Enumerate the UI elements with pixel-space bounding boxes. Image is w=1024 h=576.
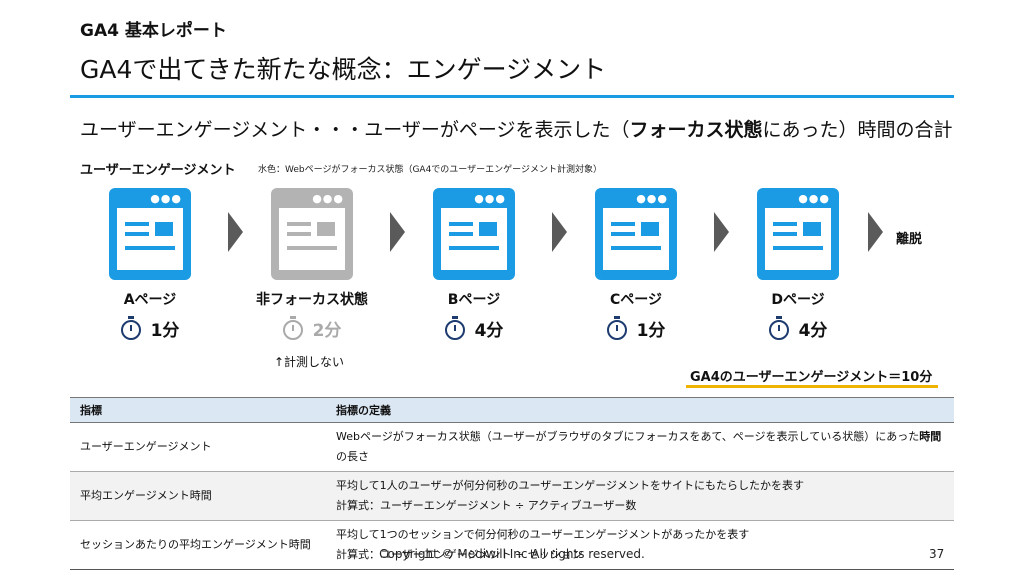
window-dots-icon: ●●● [312,192,344,205]
window-dots-icon: ●●● [474,192,506,205]
flow-arrow-icon [552,212,567,252]
table-header-row: 指標 指標の定義 [70,397,954,423]
page-time: 4分 [404,316,544,341]
time-value: 4分 [474,321,504,341]
page-label: Dページ [771,292,825,308]
metric-name: ユーザーエンゲージメント [70,422,326,472]
metric-definition: Webページがフォーカス状態（ユーザーがブラウザのタブにフォーカスをあて、ページ… [326,422,954,472]
column-header-metric: 指標 [70,397,326,423]
definition-bold: 時間 [919,430,942,443]
stopwatch-icon [282,316,303,340]
window-dots-icon: ●●● [636,192,668,205]
copyright-footer: Copyright © Mediwill Inc All rights rese… [379,547,645,561]
definition-text: Webページがフォーカス状態（ユーザーがブラウザのタブにフォーカスをあて、ページ… [336,430,920,443]
metric-definition: 平均して1つのセッションで何分何秒のユーザーエンゲージメントがあったかを表す 計算… [326,520,954,570]
browser-page-icon-a: ●●● [109,188,191,280]
column-header-definition: 指標の定義 [326,397,954,423]
flow-arrow-icon [714,212,729,252]
stopwatch-icon [120,316,141,340]
window-dots-icon: ●●● [150,192,182,205]
subtitle-bold: フォーカス状態 [629,119,763,141]
slide-kicker: GA4 基本レポート [80,21,227,41]
page-time: 1分 [566,316,706,341]
table-row: セッションあたりの平均エンゲージメント時間 平均して1つのセッションで何分何秒の… [70,520,954,570]
metric-definition: 平均して1人のユーザーが何分何秒のユーザーエンゲージメントをサイトにもたらしたか… [326,471,954,521]
subtitle-pre: ユーザーエンゲージメント・・・ユーザーがページを表示した（ [80,119,630,141]
exit-label: 離脱 [896,232,923,247]
stopwatch-icon [444,316,465,340]
page-label: Cページ [610,292,662,308]
page-label: 非フォーカス状態 [256,292,368,308]
slide-subtitle: ユーザーエンゲージメント・・・ユーザーがページを表示した（フォーカス状態にあった… [80,115,953,142]
flow-arrow-icon [228,212,243,252]
subtitle-post: にあった）時間の合計 [762,119,953,141]
definition-text: 平均して1人のユーザーが何分何秒のユーザーエンゲージメントをサイトにもたらしたか… [336,479,805,492]
browser-page-icon-unfocused: ●●● [271,188,353,280]
section-label: ユーザーエンゲージメント [80,163,236,178]
formula-text: 計算式：ユーザーエンゲージメント ÷ アクティブユーザー数 [336,499,637,512]
page-label: Bページ [447,292,501,308]
table-row: 平均エンゲージメント時間 平均して1人のユーザーが何分何秒のユーザーエンゲージメ… [70,471,954,521]
definition-text: の長さ [336,450,369,463]
window-dots-icon: ●●● [798,192,830,205]
slide-title: GA4で出てきた新たな概念：エンゲージメント [80,55,607,84]
browser-page-icon-c: ●●● [595,188,677,280]
flow-arrow-icon [868,212,883,252]
page-time: 2分 [242,316,382,341]
page-time: 1分 [80,316,220,341]
page-label: Aページ [123,292,177,308]
stopwatch-icon [768,316,789,340]
engagement-total: GA4のユーザーエンゲージメント＝10分 [690,370,933,385]
page-number: 37 [929,547,945,561]
flow-arrow-icon [390,212,405,252]
title-divider [70,95,954,98]
browser-page-icon-d: ●●● [757,188,839,280]
metric-name: 平均エンゲージメント時間 [70,471,326,521]
time-value: 1分 [636,321,666,341]
section-note: 水色：Webページがフォーカス状態（GA4でのユーザーエンゲージメント計測対象） [258,165,602,175]
metrics-table: 指標 指標の定義 ユーザーエンゲージメント Webページがフォーカス状態（ユーザ… [70,397,954,570]
page-time: 4分 [728,316,868,341]
definition-text: 平均して1つのセッションで何分何秒のユーザーエンゲージメントがあったかを表す [336,528,750,541]
time-value: 2分 [312,321,342,341]
time-value: 4分 [798,321,828,341]
metric-name: セッションあたりの平均エンゲージメント時間 [70,520,326,570]
not-measured-note: ↑計測しない [274,355,345,369]
table-row: ユーザーエンゲージメント Webページがフォーカス状態（ユーザーがブラウザのタブ… [70,422,954,472]
browser-page-icon-b: ●●● [433,188,515,280]
total-underline [686,385,938,388]
time-value: 1分 [150,321,180,341]
stopwatch-icon [606,316,627,340]
